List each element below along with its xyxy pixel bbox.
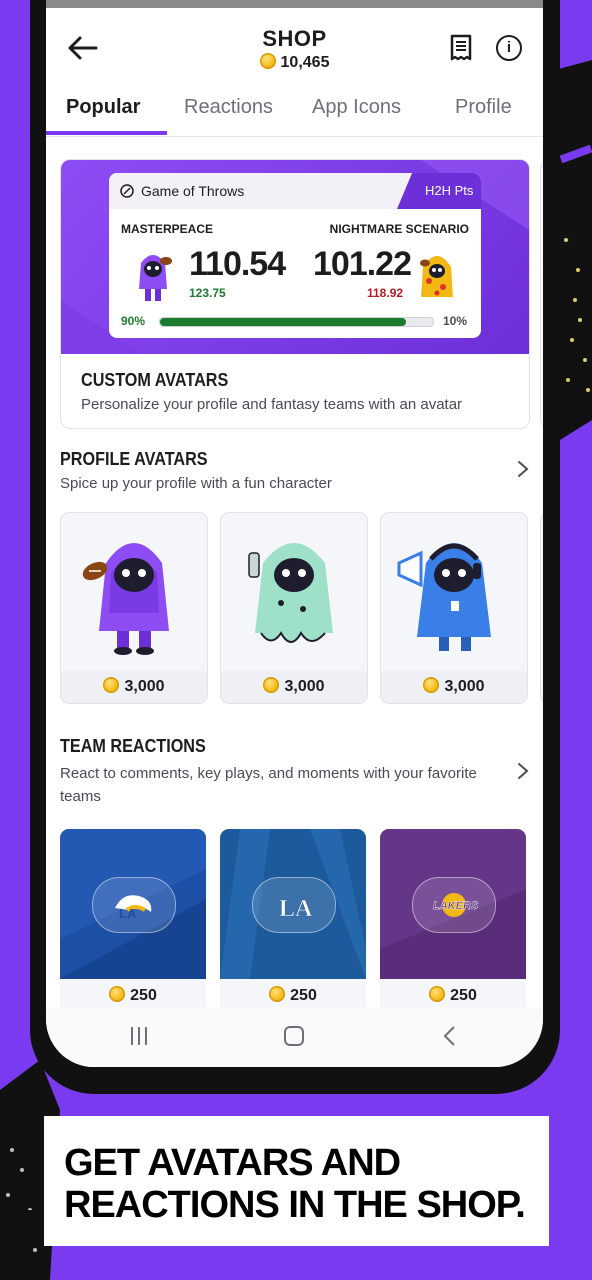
rams-logo-icon: LA — [92, 877, 176, 933]
svg-text:LAKERS: LAKERS — [433, 900, 479, 912]
custom-avatars-subtitle: Personalize your profile and fantasy tea… — [81, 396, 463, 413]
reaction-price: 250 — [380, 979, 526, 1007]
scoring-badge: H2H Pts — [397, 173, 481, 209]
profile-avatar-card[interactable]: 3,000 — [220, 512, 368, 704]
tab-reactions[interactable]: Reactions — [184, 96, 273, 119]
promo-headline: GET AVATARS AND REACTIONS IN THE SHOP. — [64, 1142, 526, 1226]
team-reaction-card[interactable]: LA 250 — [220, 829, 366, 1007]
custom-avatars-title: CUSTOM AVATARS — [81, 370, 229, 390]
home-icon[interactable] — [283, 1025, 305, 1047]
scoring-badge-label: H2H Pts — [425, 183, 474, 198]
coin-icon — [269, 986, 286, 1002]
team-reaction-card[interactable]: LAKERS 250 — [380, 829, 526, 1007]
matchup-preview: Game of Throws H2H Pts MASTERPEACE NIGHT… — [109, 173, 481, 338]
shop-header: SHOP 10,465 i — [46, 8, 543, 88]
android-nav-bar — [46, 1007, 543, 1067]
team-left-win-pct: 90% — [121, 314, 146, 328]
team-right-avatar-icon — [420, 256, 453, 297]
megaphone-avatar-icon — [397, 543, 491, 651]
league-name: Game of Throws — [141, 183, 245, 199]
coin-icon — [429, 986, 446, 1002]
promo-banner: GET AVATARS AND REACTIONS IN THE SHOP. — [44, 1116, 549, 1246]
team-left-score: 110.54 — [189, 245, 286, 283]
shop-tabs: Popular Reactions App Icons Profile — [46, 88, 543, 137]
avatar-price: 3,000 — [221, 671, 367, 703]
team-reactions-subtitle: React to comments, key plays, and moment… — [60, 765, 477, 805]
profile-avatars-title: PROFILE AVATARS — [60, 449, 208, 469]
avatar-price: 3,000 — [381, 671, 527, 703]
win-probability-fill — [160, 318, 406, 326]
matchup-header: Game of Throws H2H Pts — [109, 173, 481, 209]
active-tab-indicator — [46, 131, 167, 135]
custom-avatars-banner: Game of Throws H2H Pts MASTERPEACE NIGHT… — [61, 160, 529, 354]
team-left-avatar-icon — [139, 255, 172, 301]
back-nav-icon[interactable] — [439, 1025, 461, 1047]
team-right-win-pct: 10% — [442, 314, 467, 328]
avatar-price-value: 3,000 — [124, 678, 165, 695]
info-icon[interactable]: i — [496, 35, 522, 61]
coin-balance-value: 10,465 — [280, 54, 330, 71]
svg-text:LA: LA — [119, 906, 137, 921]
coin-icon — [109, 986, 126, 1002]
promo-line-2: REACTIONS IN THE SHOP. — [64, 1184, 526, 1226]
svg-text:LA: LA — [279, 896, 313, 922]
reaction-price-value: 250 — [450, 987, 477, 1004]
reaction-price: 250 — [60, 979, 206, 1007]
chevron-right-icon[interactable] — [516, 459, 530, 479]
recent-apps-icon[interactable] — [128, 1025, 150, 1047]
shop-content: Game of Throws H2H Pts MASTERPEACE NIGHT… — [46, 137, 543, 1007]
lakers-logo-icon: LAKERS — [412, 877, 496, 933]
team-left-projected: 123.75 — [189, 286, 226, 300]
profile-avatar-card[interactable]: 3,000 — [380, 512, 528, 704]
team-right-name: NIGHTMARE SCENARIO — [329, 222, 469, 236]
app-screen: SHOP 10,465 i Popular Reactions App Icon… — [46, 0, 543, 1067]
custom-avatars-card[interactable]: Game of Throws H2H Pts MASTERPEACE NIGHT… — [60, 159, 530, 429]
spraycan-avatar-icon — [248, 543, 333, 643]
reaction-price-value: 250 — [290, 987, 317, 1004]
football-avatar-icon — [82, 543, 169, 655]
next-card-peek — [540, 159, 543, 429]
avatar-price-value: 3,000 — [444, 678, 485, 695]
chevron-right-icon[interactable] — [516, 761, 530, 781]
coin-icon — [263, 677, 280, 693]
team-reaction-card[interactable]: LA 250 — [60, 829, 206, 1007]
reaction-price-value: 250 — [130, 987, 157, 1004]
status-bar — [46, 0, 543, 8]
receipt-icon[interactable] — [450, 34, 472, 62]
profile-avatars-subtitle: Spice up your profile with a fun charact… — [60, 475, 332, 492]
win-probability-bar — [159, 317, 434, 327]
coin-icon — [103, 677, 120, 693]
reaction-price: 250 — [220, 979, 366, 1007]
avatar-price: 3,000 — [61, 671, 207, 703]
avatar-price-value: 3,000 — [284, 678, 325, 695]
team-right-projected: 118.92 — [367, 286, 404, 300]
league-icon — [120, 184, 134, 198]
team-right-score: 101.22 — [313, 245, 412, 283]
coin-icon — [259, 53, 276, 69]
tab-popular[interactable]: Popular — [66, 96, 140, 119]
dodgers-logo-icon: LA — [252, 877, 336, 933]
team-reactions-title: TEAM REACTIONS — [60, 736, 206, 756]
tab-app-icons[interactable]: App Icons — [312, 96, 401, 119]
coin-icon — [423, 677, 440, 693]
profile-avatar-card[interactable]: 3,000 — [60, 512, 208, 704]
tab-profile[interactable]: Profile — [455, 96, 512, 119]
team-left-name: MASTERPEACE — [121, 222, 214, 236]
next-card-peek — [540, 512, 543, 704]
promo-line-1: GET AVATARS AND — [64, 1142, 401, 1184]
